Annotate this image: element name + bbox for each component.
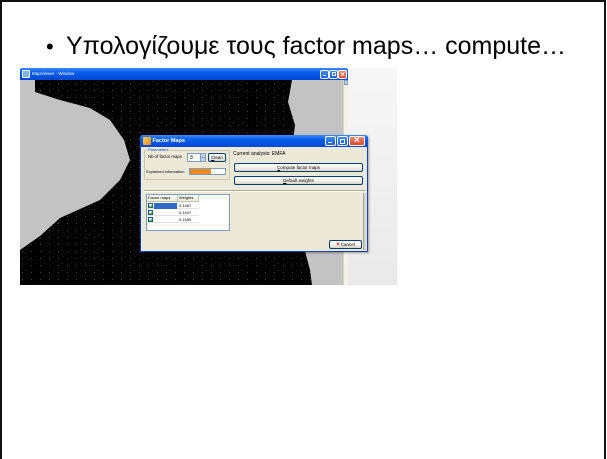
close-icon: × xyxy=(353,135,360,146)
close-icon: × xyxy=(340,69,345,79)
maximize-icon xyxy=(339,138,345,144)
scroll-up-button[interactable] xyxy=(344,80,348,85)
nb-factor-maps-label: Nb of factor maps xyxy=(148,154,182,159)
dialog-titlebar[interactable]: Factor Maps × xyxy=(139,135,368,147)
app-window-title: MapViewer - Window xyxy=(32,71,75,76)
dialog-maximize-button[interactable] xyxy=(336,136,348,146)
factor-maps-table: Factor maps Weights 0.1467 0.1447 0.1559 xyxy=(146,194,230,231)
table-row[interactable]: 0.1467 xyxy=(147,202,199,209)
factor-map-checkbox[interactable] xyxy=(148,203,153,208)
maximize-button[interactable] xyxy=(329,69,338,79)
column-header-factor-maps[interactable]: Factor maps xyxy=(147,195,178,202)
maximize-icon xyxy=(331,72,336,76)
panel-scrollbar[interactable] xyxy=(363,193,366,250)
bullet-marker: • xyxy=(46,34,54,59)
dialog-minimize-button[interactable] xyxy=(324,136,336,146)
nb-factor-maps-value: 3 xyxy=(190,154,193,161)
factor-maps-dialog: Factor Maps × Parameters Nb of factor ma… xyxy=(139,135,368,252)
clean-button-label: Clean xyxy=(211,155,223,160)
minimize-icon xyxy=(323,75,326,76)
nb-factor-maps-stepper[interactable]: 3 xyxy=(187,153,206,162)
embedded-screenshot: MapViewer - Window × Factor Maps × Param… xyxy=(20,68,397,285)
current-analysis-label: Current analysis: EMFA xyxy=(233,151,286,157)
factor-map-checkbox[interactable] xyxy=(148,210,153,215)
dialog-title: Factor Maps xyxy=(152,138,185,144)
factor-map-checkbox[interactable] xyxy=(148,217,153,222)
weight-cell[interactable]: 0.1559 xyxy=(179,217,191,222)
factor-maps-icon xyxy=(142,137,151,145)
dialog-separator xyxy=(144,190,366,192)
compute-factor-maps-button[interactable]: Compute factor maps xyxy=(234,163,363,172)
explained-information-label: Explained information xyxy=(146,168,185,174)
weight-cell[interactable]: 0.1447 xyxy=(179,210,191,215)
cancel-button[interactable]: ×Cancel xyxy=(329,240,362,249)
app-icon xyxy=(22,70,30,78)
factor-map-cell[interactable] xyxy=(154,210,177,216)
default-weights-button[interactable]: Default weights xyxy=(234,176,363,185)
default-weights-label: Default weights xyxy=(283,178,314,183)
dialog-close-button[interactable]: × xyxy=(348,135,365,146)
close-button[interactable]: × xyxy=(338,69,347,79)
factor-map-cell[interactable] xyxy=(154,217,177,223)
explained-information-bar xyxy=(189,168,226,175)
clean-button[interactable]: Clean xyxy=(208,153,226,162)
weight-cell[interactable]: 0.1467 xyxy=(179,203,191,208)
stepper-down-button[interactable] xyxy=(200,157,205,161)
app-window-titlebar[interactable]: MapViewer - Window × xyxy=(20,68,348,80)
cancel-button-label: Cancel xyxy=(340,242,355,247)
bullet-text: Υπολογίζουμε τους factor maps… compute… xyxy=(66,32,567,60)
explained-fill xyxy=(190,169,211,174)
parameters-legend: Parameters xyxy=(147,147,170,152)
compute-factor-maps-label: Compute factor maps xyxy=(276,165,321,170)
cancel-x-icon: × xyxy=(336,242,340,248)
table-row[interactable]: 0.1447 xyxy=(147,209,199,216)
column-header-weights[interactable]: Weights xyxy=(178,195,199,202)
factor-map-cell[interactable] xyxy=(154,202,177,209)
table-row[interactable]: 0.1559 xyxy=(147,216,199,223)
minimize-icon xyxy=(328,141,332,143)
minimize-button[interactable] xyxy=(320,69,329,79)
